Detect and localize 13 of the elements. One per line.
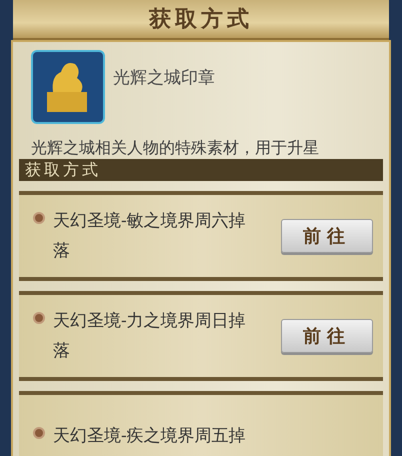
bullet-icon (33, 427, 45, 439)
section-header: 获取方式 (19, 159, 383, 181)
source-text: 天幻圣境-疾之境界周五掉 (53, 425, 247, 448)
bullet-icon (33, 212, 45, 224)
item-name: 光辉之城印章 (113, 67, 215, 89)
go-button[interactable]: 前往 (281, 319, 373, 353)
bullet-icon (33, 312, 45, 324)
window-title: 获取方式 (149, 5, 253, 34)
golden-seal-icon (31, 50, 105, 124)
source-text: 天幻圣境-力之境界周日掉落 (53, 310, 247, 363)
go-button[interactable]: 前往 (281, 219, 373, 253)
item-description: 光辉之城相关人物的特殊素材，用于升星 (30, 137, 320, 159)
source-text: 天幻圣境-敏之境界周六掉落 (53, 210, 247, 263)
